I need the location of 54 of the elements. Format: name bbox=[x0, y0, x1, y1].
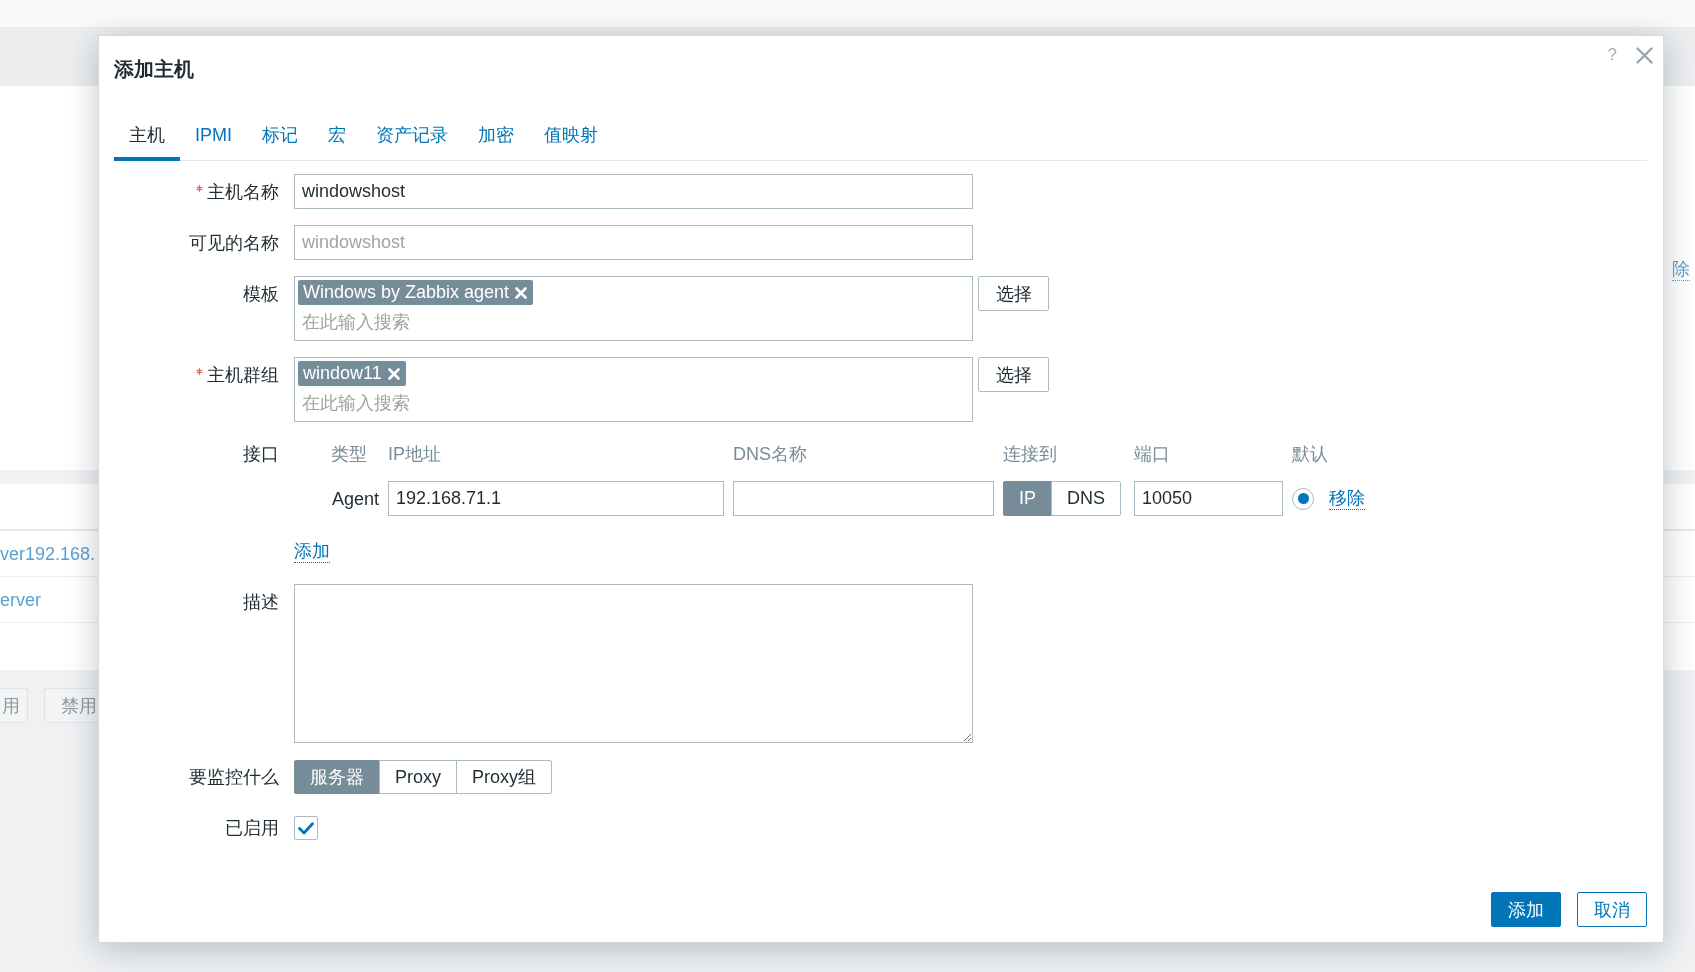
tag-label: Windows by Zabbix agent bbox=[303, 281, 510, 304]
column-header: 连接到 bbox=[1003, 443, 1057, 465]
action-button[interactable]: 用 bbox=[0, 688, 28, 723]
cancel-button[interactable]: 取消 bbox=[1577, 892, 1647, 927]
tab[interactable]: 主机 bbox=[114, 113, 180, 161]
dialog-title: 添加主机 bbox=[114, 57, 195, 82]
field-label: 主机群组 bbox=[207, 363, 279, 387]
search-input[interactable]: 在此输入搜索 bbox=[298, 388, 538, 418]
ip-input[interactable]: 192.168.71.1 bbox=[388, 481, 724, 516]
dns-input[interactable] bbox=[733, 481, 994, 516]
column-header: IP地址 bbox=[388, 443, 441, 465]
field-label: 模板 bbox=[243, 282, 279, 306]
column-header: 类型 bbox=[331, 443, 367, 465]
tag-label: window11 bbox=[303, 362, 382, 385]
search-input[interactable]: 在此输入搜索 bbox=[298, 307, 538, 337]
tab[interactable]: 宏 bbox=[313, 113, 361, 161]
column-header: 默认 bbox=[1292, 443, 1328, 465]
field-label: 接口 bbox=[243, 443, 279, 466]
tab[interactable]: 值映射 bbox=[529, 113, 613, 161]
tab[interactable]: 标记 bbox=[247, 113, 313, 161]
port-input[interactable]: 10050 bbox=[1134, 481, 1283, 516]
submit-button[interactable]: 添加 bbox=[1491, 892, 1561, 927]
radio-button[interactable] bbox=[1292, 487, 1314, 510]
multiselect-field[interactable]: window11 在此输入搜索 bbox=[294, 357, 973, 422]
field-label: 要监控什么 bbox=[189, 766, 279, 789]
interface-type: Agent bbox=[331, 487, 379, 510]
host-link[interactable]: ver192.168. bbox=[0, 542, 96, 565]
select-button[interactable]: 选择 bbox=[978, 357, 1049, 392]
field-label: 描述 bbox=[243, 590, 279, 614]
column-header: DNS名称 bbox=[733, 443, 807, 465]
field-label: 已启用 bbox=[225, 817, 279, 840]
segment-option[interactable]: 服务器 bbox=[294, 760, 380, 794]
text-field[interactable]: windowshost bbox=[294, 174, 973, 209]
add-link[interactable]: 添加 bbox=[294, 540, 330, 563]
remove-link[interactable]: 移除 bbox=[1329, 487, 1365, 510]
select-button[interactable]: 选择 bbox=[978, 276, 1049, 311]
tab[interactable]: IPMI bbox=[180, 113, 247, 161]
tab[interactable]: 资产记录 bbox=[361, 113, 463, 161]
text-field[interactable]: windowshost bbox=[294, 225, 973, 260]
check-icon bbox=[298, 821, 314, 835]
checkbox[interactable] bbox=[294, 816, 318, 840]
connect-option[interactable]: DNS bbox=[1051, 481, 1122, 516]
text-link[interactable]: 除 bbox=[1672, 258, 1690, 281]
action-button[interactable]: 禁用 bbox=[44, 688, 100, 723]
column-header: 端口 bbox=[1134, 443, 1170, 465]
field-label: 主机名称 bbox=[207, 180, 279, 204]
host-link[interactable]: erver bbox=[0, 588, 41, 611]
segment-option[interactable]: Proxy组 bbox=[456, 760, 553, 794]
connect-option[interactable]: IP bbox=[1003, 481, 1052, 516]
segment-option[interactable]: Proxy bbox=[379, 760, 457, 794]
multiselect-field[interactable]: Windows by Zabbix agent 在此输入搜索 bbox=[294, 276, 973, 341]
tab[interactable]: 加密 bbox=[463, 113, 529, 161]
field-label: 可见的名称 bbox=[189, 231, 279, 255]
close-icon[interactable] bbox=[1636, 46, 1653, 64]
